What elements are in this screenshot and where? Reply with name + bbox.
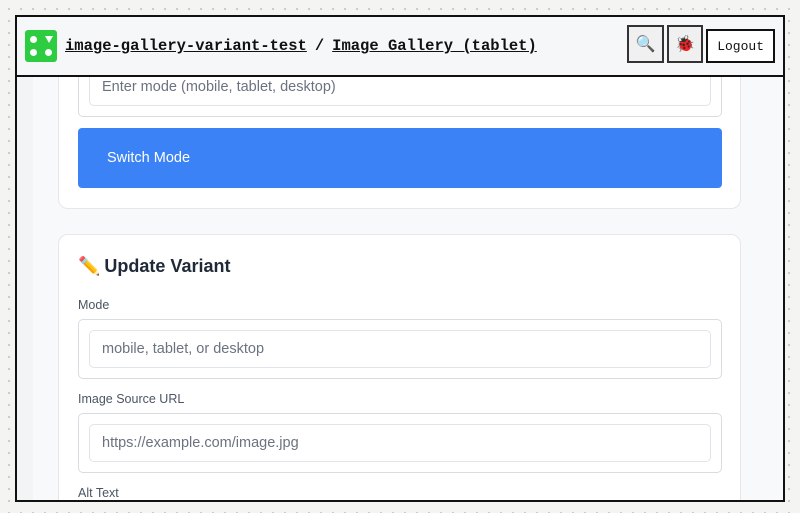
pencil-icon: ✏️ xyxy=(78,256,101,276)
debug-button[interactable]: 🐞 xyxy=(667,25,703,63)
main-content[interactable]: Enter mode (mobile, tablet, desktop) Swi… xyxy=(33,17,783,500)
update-variant-heading: ✏️ Update Variant xyxy=(78,256,230,277)
switch-mode-button[interactable]: Switch Mode xyxy=(78,128,722,188)
app-logo-icon[interactable] xyxy=(25,30,57,62)
search-icon: 🔍 xyxy=(635,36,656,53)
image-source-placeholder: https://example.com/image.jpg xyxy=(102,435,299,451)
breadcrumb: image-gallery-variant-test / Image Gallery… xyxy=(65,37,537,55)
image-source-wrapper: https://example.com/image.jpg xyxy=(78,413,722,473)
search-button[interactable]: 🔍 xyxy=(627,25,664,63)
mode-field-wrapper: mobile, tablet, or desktop xyxy=(78,319,722,379)
mode-label: Mode xyxy=(78,298,110,312)
breadcrumb-page-link[interactable]: Image Gallery (tablet) xyxy=(332,37,537,55)
mode-field[interactable]: mobile, tablet, or desktop xyxy=(89,330,711,368)
logout-button[interactable]: Logout xyxy=(706,29,775,63)
mode-switch-placeholder: Enter mode (mobile, tablet, desktop) xyxy=(102,79,336,95)
breadcrumb-separator: / xyxy=(314,37,325,55)
update-variant-title: Update Variant xyxy=(104,256,231,276)
bug-icon: 🐞 xyxy=(675,36,695,53)
app-window: Enter mode (mobile, tablet, desktop) Swi… xyxy=(15,15,785,502)
image-source-field[interactable]: https://example.com/image.jpg xyxy=(89,424,711,462)
mode-field-placeholder: mobile, tablet, or desktop xyxy=(102,341,265,357)
top-bar: image-gallery-variant-test / Image Gallery… xyxy=(17,17,783,77)
breadcrumb-project-link[interactable]: image-gallery-variant-test xyxy=(65,37,307,55)
alt-text-label: Alt Text xyxy=(78,486,119,500)
image-source-label: Image Source URL xyxy=(78,392,185,406)
switch-mode-label: Switch Mode xyxy=(107,150,191,166)
logout-label: Logout xyxy=(717,38,764,54)
